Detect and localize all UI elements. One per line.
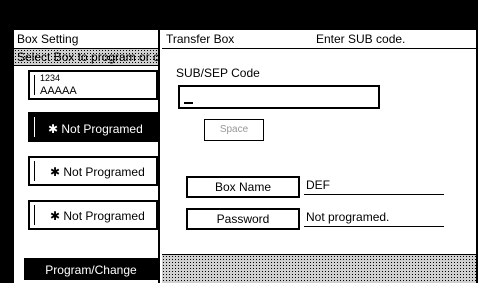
sub-sep-code-label: SUB/SEP Code — [176, 66, 260, 80]
not-programed-label: ✱ Not Programed — [48, 122, 143, 136]
box-name-value: DEF — [304, 175, 444, 195]
not-programed-label: ✱ Not Programed — [48, 209, 147, 223]
box-list-panel: Box Setting Select Box to program or ch … — [14, 30, 160, 283]
password-value: Not programed. — [304, 207, 444, 227]
box-item-not-programed[interactable]: ✱ Not Programed — [28, 112, 158, 142]
space-button[interactable]: Space — [204, 119, 264, 141]
box-name-button[interactable]: Box Name — [186, 176, 300, 198]
select-box-instruction: Select Box to program or ch — [14, 49, 158, 66]
instruction-message: Enter SUB code. — [316, 32, 406, 46]
box-list: 1234 AAAAA ✱ Not Programed ✱ Not Program… — [14, 66, 158, 266]
program-change-button[interactable]: Program/Change — [24, 258, 158, 280]
box-name: AAAAA — [40, 85, 77, 97]
not-programed-label: ✱ Not Programed — [48, 165, 147, 179]
transfer-box-header: Transfer Box Enter SUB code. — [162, 30, 476, 49]
bottom-status-band — [162, 254, 476, 283]
password-button[interactable]: Password — [186, 208, 300, 230]
box-item-1234[interactable]: 1234 AAAAA — [28, 70, 158, 100]
box-number: 1234 — [40, 73, 61, 83]
sub-sep-code-input[interactable] — [178, 85, 380, 109]
transfer-box-title: Transfer Box — [166, 32, 235, 46]
box-setting-title: Box Setting — [14, 30, 158, 49]
box-item-not-programed[interactable]: ✱ Not Programed — [28, 200, 158, 230]
box-item-not-programed[interactable]: ✱ Not Programed — [28, 156, 158, 186]
box-setting-screen: Box Setting Select Box to program or ch … — [12, 28, 476, 283]
text-cursor — [184, 102, 193, 104]
transfer-box-panel: Transfer Box Enter SUB code. SUB/SEP Cod… — [162, 30, 476, 283]
